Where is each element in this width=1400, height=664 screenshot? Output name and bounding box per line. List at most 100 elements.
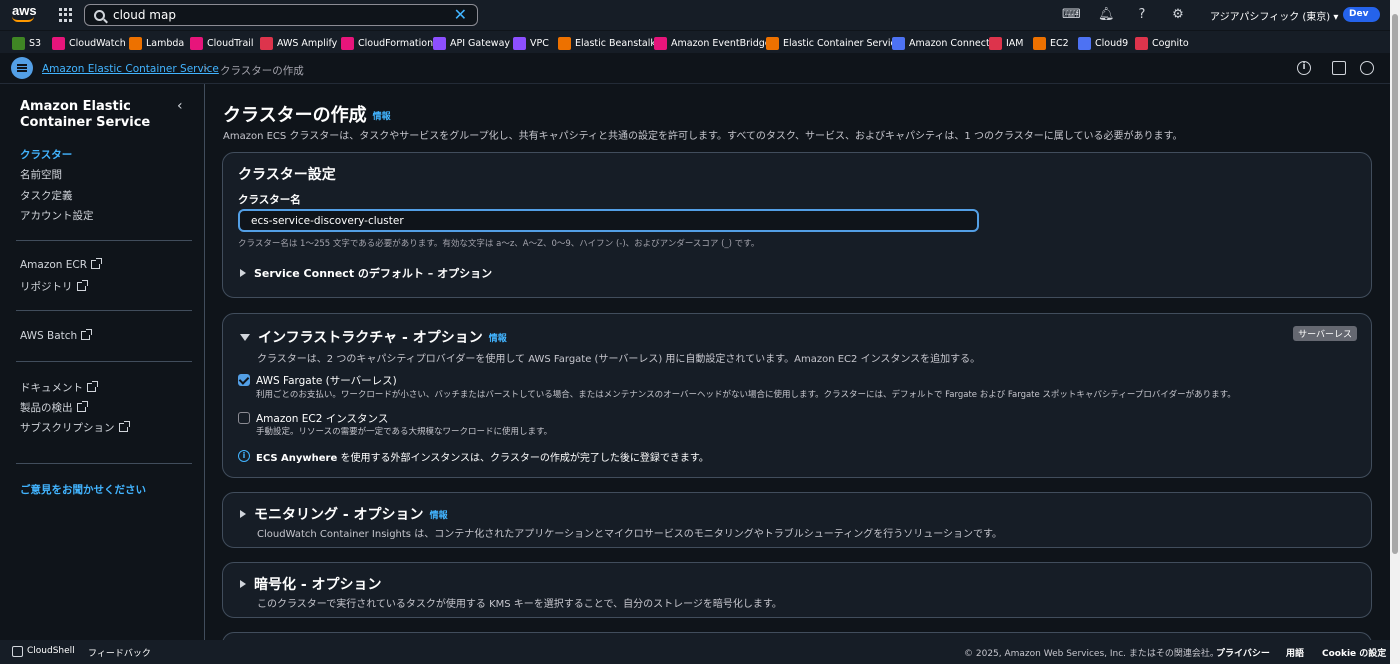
region-selector[interactable]: アジアパシフィック (東京) ▾: [1210, 8, 1338, 23]
favorites-bar: S3 CloudWatch Lambda CloudTrail AWS Amplify C…: [0, 30, 1400, 53]
service-icon: [12, 36, 25, 50]
favorite-cognito[interactable]: Cognito: [1135, 35, 1189, 51]
sidebar-divider: [16, 310, 192, 311]
service-icon: [1033, 36, 1046, 50]
sidebar-item-discover-products[interactable]: 製品の検出: [20, 400, 88, 415]
favorite-label: CloudWatch: [69, 37, 126, 49]
favorite-label: S3: [29, 37, 42, 49]
sidebar-item-namespaces[interactable]: 名前空間: [20, 167, 62, 182]
service-icon: [892, 36, 905, 50]
sidebar-item-label: サブスクリプション: [20, 422, 115, 434]
search-input[interactable]: [113, 8, 433, 22]
favorite-aws-amplify[interactable]: AWS Amplify: [260, 35, 337, 51]
favorite-label: Amazon Connect: [909, 37, 990, 49]
footer-cookie-link[interactable]: Cookie の設定: [1322, 646, 1386, 659]
sidebar: Amazon Elastic Container Service ‹ クラスター…: [0, 84, 205, 640]
ec2-label[interactable]: Amazon EC2 インスタンス: [256, 411, 388, 426]
clear-search-icon[interactable]: ✕: [454, 7, 467, 23]
favorite-elastic-beanstalk[interactable]: Elastic Beanstalk: [558, 35, 656, 51]
favorite-lambda[interactable]: Lambda: [129, 35, 184, 51]
favorite-amazon-connect[interactable]: Amazon Connect: [892, 35, 990, 51]
external-link-icon: [76, 401, 88, 412]
cluster-name-input[interactable]: [238, 209, 979, 232]
cloudshell-icon[interactable]: ⌨: [1062, 7, 1081, 23]
sidebar-item-label: Amazon ECR: [20, 259, 88, 271]
footer-privacy-link[interactable]: プライバシー: [1216, 646, 1270, 659]
favorite-ec2[interactable]: EC2: [1033, 35, 1069, 51]
favorite-label: EC2: [1050, 37, 1069, 49]
help-icon[interactable]: ?: [1134, 7, 1150, 23]
service-connect-label: Service Connect のデフォルト – オプション: [254, 267, 493, 280]
notifications-bell-icon[interactable]: 🔔︎: [1098, 7, 1115, 23]
sidebar-feedback-link[interactable]: ご意見をお聞かせください: [20, 482, 146, 497]
favorite-cloudformation[interactable]: CloudFormation: [341, 35, 433, 51]
assistant-icon[interactable]: [1360, 61, 1374, 75]
cluster-settings-title: クラスター設定: [238, 167, 336, 183]
caret-down-icon: [240, 333, 250, 341]
services-grid-icon[interactable]: [59, 8, 73, 22]
sidebar-item-repositories[interactable]: リポジトリ: [20, 279, 88, 294]
favorite-vpc[interactable]: VPC: [513, 35, 549, 51]
sidebar-item-label: リポジトリ: [20, 281, 73, 293]
favorite-label: CloudTrail: [207, 37, 254, 49]
ec2-checkbox[interactable]: [238, 412, 250, 424]
cloudshell-footer-icon: [12, 646, 23, 657]
side-menu-toggle-button[interactable]: [11, 57, 33, 79]
infrastructure-expander[interactable]: インフラストラクチャ - オプション 情報: [240, 327, 507, 347]
breadcrumb-current: クラスターの作成: [220, 65, 304, 77]
monitoring-expander[interactable]: モニタリング - オプション 情報: [240, 504, 448, 524]
fargate-description: 利用ごとのお支払い。ワークロードが小さい、バッチまたはバーストしている場合、また…: [256, 390, 1236, 400]
breadcrumb-link-ecs[interactable]: Amazon Elastic Container Service: [42, 63, 219, 75]
favorite-label: Amazon EventBridge: [671, 37, 771, 49]
favorite-cloudwatch[interactable]: CloudWatch: [52, 35, 126, 51]
infrastructure-info-link[interactable]: 情報: [489, 331, 507, 344]
monitoring-title: モニタリング - オプション: [254, 507, 424, 523]
favorite-cloud9[interactable]: Cloud9: [1078, 35, 1128, 51]
encryption-card: 暗号化 - オプション このクラスターで実行されているタスクが使用する KMS …: [222, 562, 1372, 618]
page-title: クラスターの作成 情報: [223, 101, 391, 127]
service-icon: [989, 36, 1002, 50]
sidebar-item-task-definitions[interactable]: タスク定義: [20, 188, 73, 203]
footer-cloudshell-link[interactable]: CloudShell: [27, 646, 75, 656]
sidebar-item-subscriptions[interactable]: サブスクリプション: [20, 420, 130, 435]
footer-feedback-link[interactable]: フィードバック: [88, 646, 151, 659]
page-scrollbar[interactable]: [1390, 0, 1400, 664]
service-icon: [1078, 36, 1091, 50]
external-link-icon: [118, 421, 130, 432]
fargate-label[interactable]: AWS Fargate (サーバーレス): [256, 373, 397, 388]
encryption-expander[interactable]: 暗号化 - オプション: [240, 574, 382, 594]
sidebar-item-account-settings[interactable]: アカウント設定: [20, 208, 94, 223]
ecs-anywhere-note: ECS Anywhere を使用する外部インスタンスは、クラスターの作成が完了し…: [256, 449, 709, 464]
page-title-text: クラスターの作成: [223, 105, 367, 126]
monitoring-description: CloudWatch Container Insights は、コンテナ化された…: [257, 529, 1002, 540]
search-box[interactable]: ✕: [84, 4, 478, 26]
account-badge[interactable]: Dev: [1343, 7, 1380, 22]
cluster-settings-card: クラスター設定 クラスター名 クラスター名は 1～255 文字である必要がありま…: [222, 152, 1372, 298]
favorite-amazon-eventbridge[interactable]: Amazon EventBridge: [654, 35, 771, 51]
favorite-label: Elastic Container Service: [783, 37, 902, 49]
page-description: Amazon ECS クラスターは、タスクやサービスをグループ化し、共有キャパシ…: [223, 131, 1183, 142]
info-link[interactable]: 情報: [373, 112, 391, 122]
sidebar-title: Amazon Elastic Container Service: [20, 99, 151, 130]
info-panel-icon[interactable]: i: [1297, 61, 1311, 75]
sidebar-item-documentation[interactable]: ドキュメント: [20, 380, 98, 395]
fargate-checkbox[interactable]: [238, 374, 250, 386]
settings-gear-icon[interactable]: ⚙: [1170, 7, 1186, 23]
sidebar-item-clusters[interactable]: クラスター: [20, 147, 72, 162]
favorite-iam[interactable]: IAM: [989, 35, 1024, 51]
favorite-elastic-container-service[interactable]: Elastic Container Service: [766, 35, 902, 51]
favorite-api-gateway[interactable]: API Gateway: [433, 35, 510, 51]
scrollbar-thumb[interactable]: [1392, 14, 1398, 554]
favorite-s3[interactable]: S3: [12, 35, 41, 51]
footer-terms-link[interactable]: 用語: [1286, 646, 1304, 659]
sidebar-item-aws-batch[interactable]: AWS Batch: [20, 329, 93, 342]
sidebar-item-ecr[interactable]: Amazon ECR: [20, 258, 103, 271]
favorite-cloudtrail[interactable]: CloudTrail: [190, 35, 254, 51]
footer-copyright: © 2025, Amazon Web Services, Inc. またはその関…: [964, 649, 1219, 659]
service-connect-expander[interactable]: Service Connect のデフォルト – オプション: [240, 265, 492, 281]
monitoring-info-link[interactable]: 情報: [430, 508, 448, 521]
split-panel-icon[interactable]: [1332, 61, 1346, 75]
aws-logo-text: aws: [12, 3, 37, 18]
aws-logo[interactable]: aws: [12, 3, 38, 25]
sidebar-close-icon[interactable]: ‹: [177, 98, 183, 114]
